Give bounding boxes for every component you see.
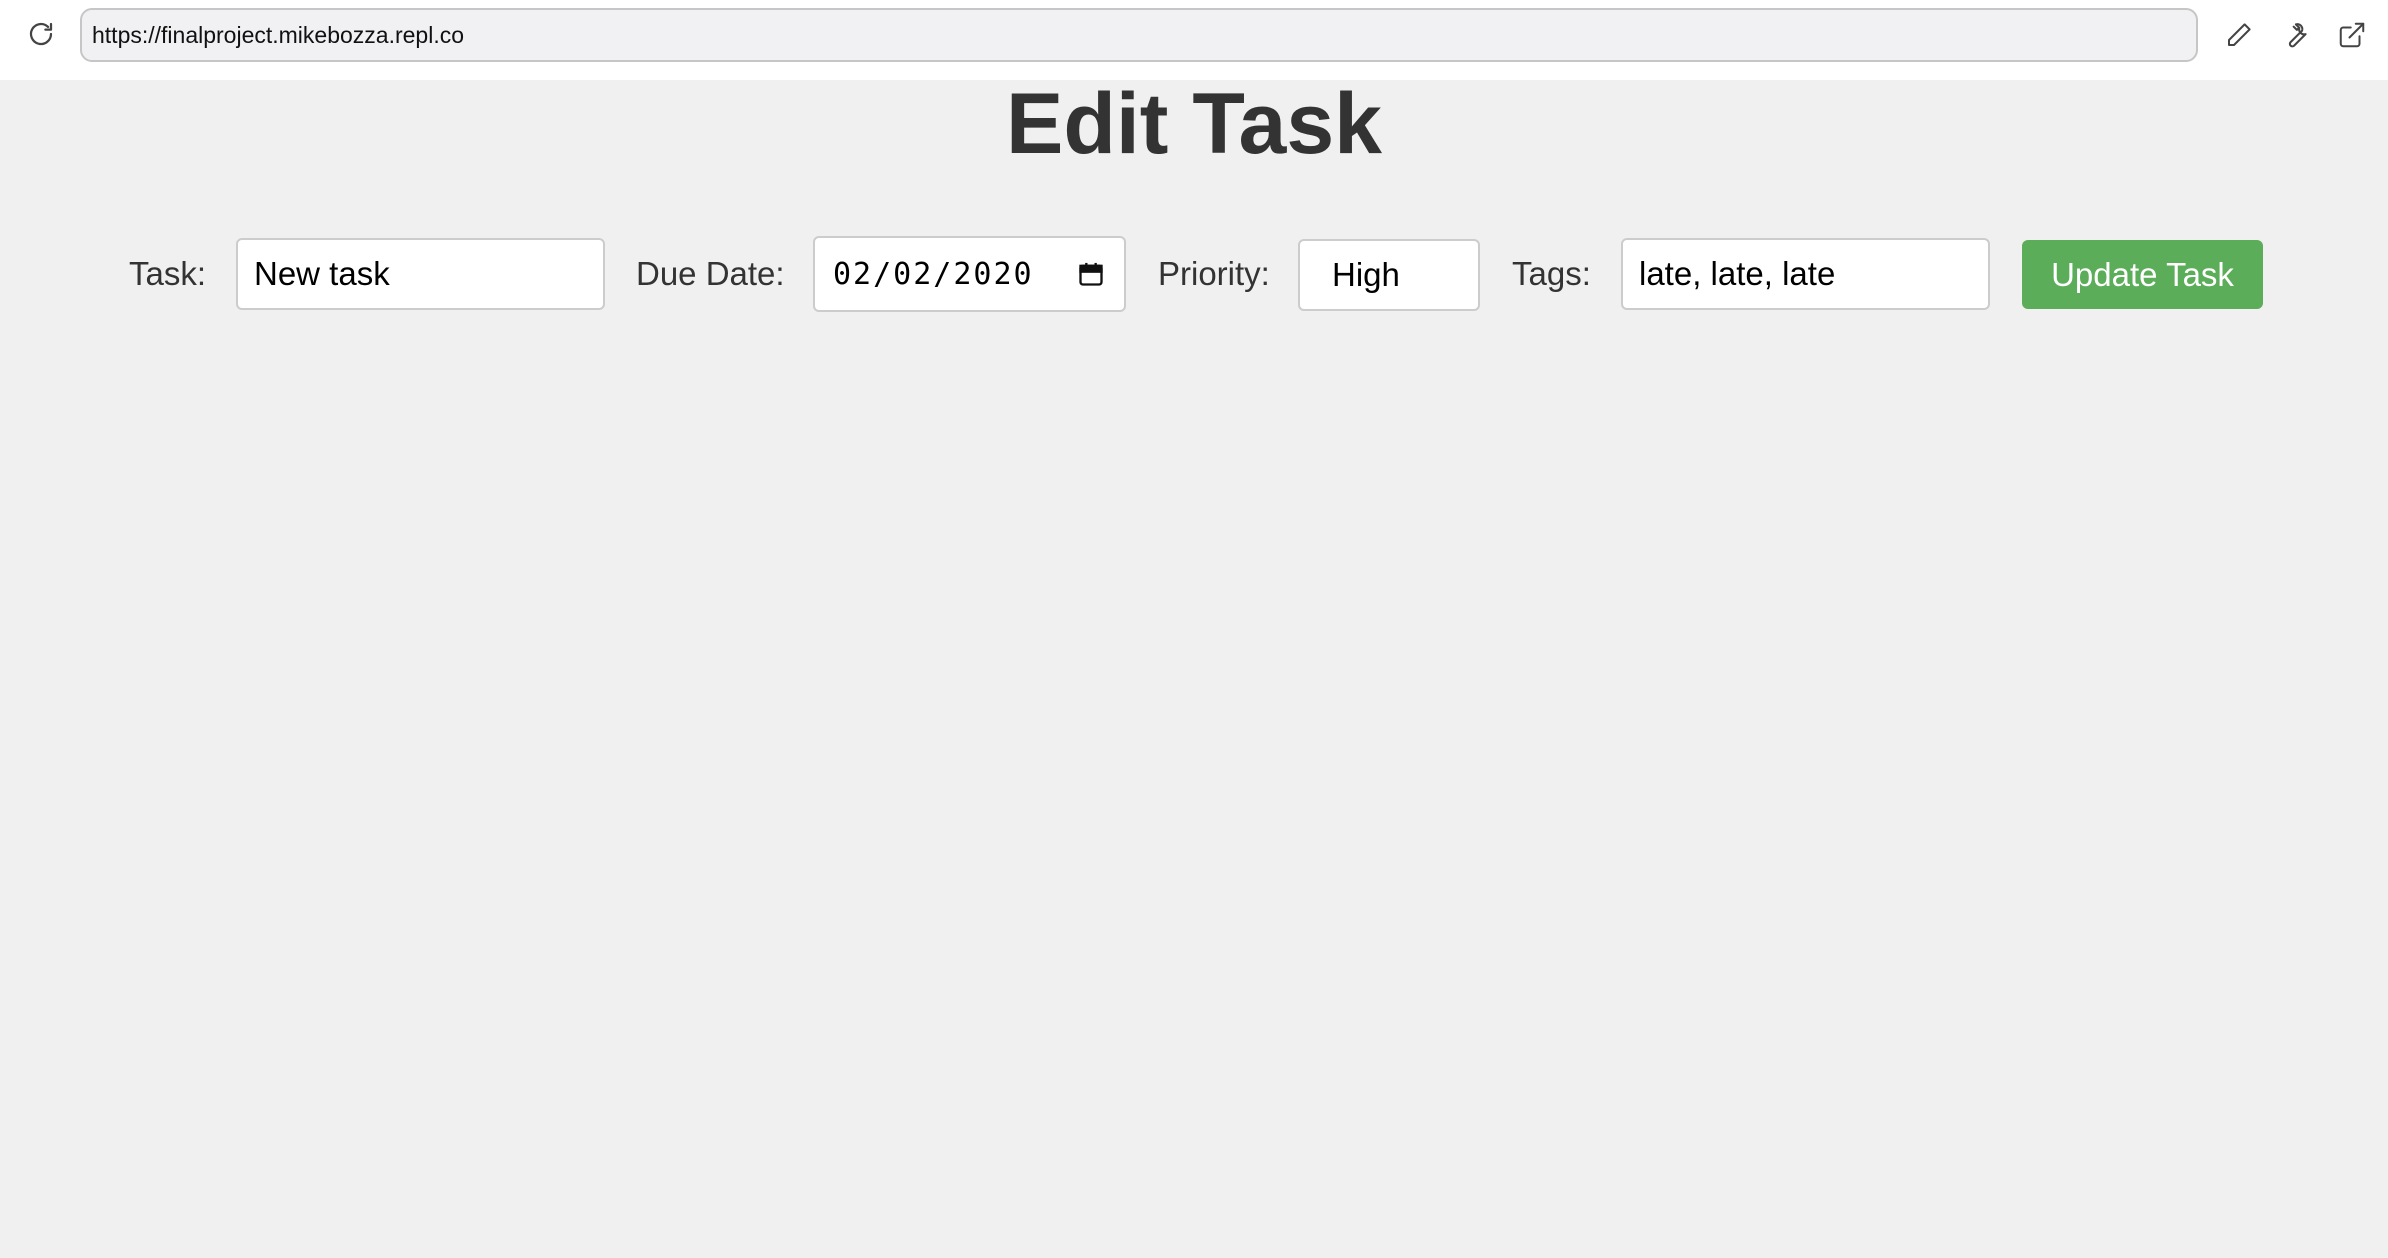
reload-icon	[29, 22, 53, 46]
tags-input[interactable]	[1621, 238, 1990, 310]
calendar-icon[interactable]	[1076, 259, 1106, 289]
open-new-window-button[interactable]	[2335, 18, 2369, 52]
tags-label: Tags:	[1512, 255, 1591, 292]
due-date-input[interactable]: 02/02/2020	[813, 236, 1126, 312]
url-bar[interactable]	[80, 8, 2198, 62]
edit-button[interactable]	[2222, 18, 2256, 52]
task-input[interactable]	[236, 238, 605, 310]
task-label: Task:	[129, 255, 207, 292]
priority-value: High	[1332, 256, 1400, 293]
page-title: Edit Task	[1006, 76, 1382, 172]
browser-toolbar	[0, 0, 2388, 80]
wrench-icon	[2288, 23, 2307, 48]
priority-select[interactable]: High	[1298, 239, 1480, 311]
external-link-icon	[2339, 22, 2365, 48]
due-date-value: 02/02/2020	[833, 256, 1034, 292]
pencil-icon	[2228, 23, 2251, 46]
priority-label: Priority:	[1158, 255, 1270, 292]
due-date-label: Due Date:	[636, 255, 785, 292]
update-task-button[interactable]: Update Task	[2022, 240, 2263, 309]
reload-button[interactable]	[24, 17, 58, 51]
tools-button[interactable]	[2279, 18, 2313, 52]
